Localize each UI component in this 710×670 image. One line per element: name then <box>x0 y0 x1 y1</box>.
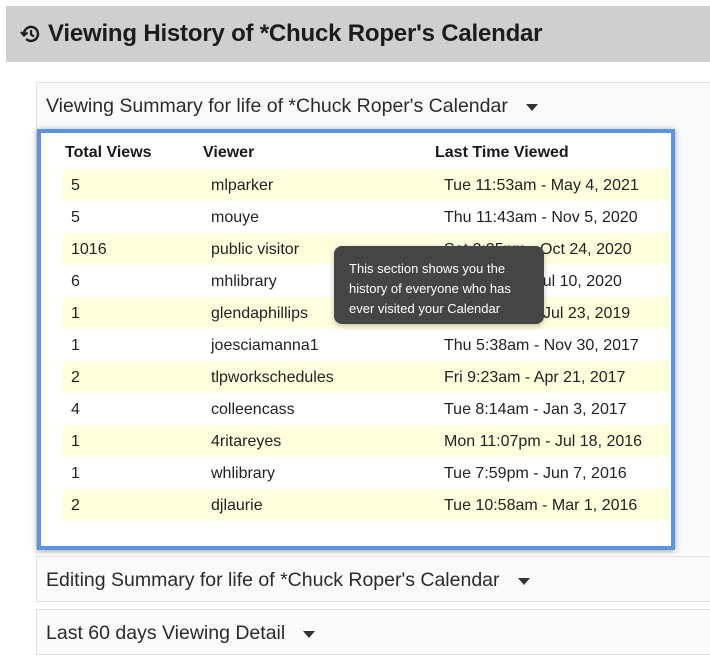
editing-summary-label: Editing Summary for life of *Chuck Roper… <box>46 568 500 591</box>
row-total-views: 1016 <box>71 241 107 258</box>
row-viewer: glendaphillips <box>211 305 308 322</box>
row-viewer: 4ritareyes <box>211 433 282 450</box>
row-viewer: colleencass <box>211 401 295 418</box>
viewing-summary-label: Viewing Summary for life of *Chuck Roper… <box>46 94 508 117</box>
row-viewer: public visitor <box>211 241 300 258</box>
row-last-viewed: Tue 11:53am - May 4, 2021 <box>444 177 639 194</box>
row-viewer: joesciamanna1 <box>211 337 319 354</box>
viewing-summary-toggle[interactable]: Viewing Summary for life of *Chuck Roper… <box>37 83 710 129</box>
caret-down-icon[interactable] <box>525 103 538 111</box>
row-total-views: 1 <box>71 465 80 482</box>
table-row: 7kml1000Mon 4:50pm - Jul 13, 2015 <box>63 521 671 526</box>
row-total-views: 4 <box>71 401 80 418</box>
row-total-views: 1 <box>71 433 80 450</box>
row-viewer: mlparker <box>211 177 274 194</box>
caret-down-icon[interactable] <box>517 577 530 585</box>
table-header: Total Views Viewer Last Time Viewed <box>41 133 671 169</box>
last-60-days-section: Last 60 days Viewing Detail <box>36 609 710 655</box>
table-row: 5 mlparker Tue 11:53am - May 4, 2021 <box>63 169 671 201</box>
table-row: 4 colleencass Tue 8:14am - Jan 3, 2017 <box>63 393 671 425</box>
table-row: 2 djlaurie Tue 10:58am - Mar 1, 2016 <box>63 489 671 521</box>
row-last-viewed: Tue 10:58am - Mar 1, 2016 <box>444 497 638 514</box>
history-icon <box>20 23 42 45</box>
row-viewer: whlibrary <box>211 465 276 482</box>
help-tooltip: This section shows you the history of ev… <box>334 246 544 324</box>
table-row: 2 tlpworkschedules Fri 9:23am - Apr 21, 20… <box>63 361 671 393</box>
column-last-viewed[interactable]: Last Time Viewed <box>435 144 569 162</box>
row-total-views: 1 <box>71 305 80 322</box>
last-60-days-toggle[interactable]: Last 60 days Viewing Detail <box>37 610 710 656</box>
table-body[interactable]: 5 mlparker Tue 11:53am - May 4, 2021 5 mouye… <box>63 169 671 526</box>
row-total-views: 1 <box>71 337 80 354</box>
table-row: 5 mouye Thu 11:43am - Nov 5, 2020 <box>63 201 671 233</box>
editing-summary-section: Editing Summary for life of *Chuck Roper… <box>36 556 710 602</box>
table-row: 1 whlibrary Tue 7:59pm - Jun 7, 2016 <box>63 457 671 489</box>
row-viewer: tlpworkschedules <box>211 369 334 386</box>
row-viewer: mouye <box>211 209 260 226</box>
column-viewer[interactable]: Viewer <box>203 144 254 162</box>
tooltip-text: This section shows you the history of ev… <box>349 261 511 316</box>
row-last-viewed: Tue 7:59pm - Jun 7, 2016 <box>444 465 627 482</box>
row-viewer: djlaurie <box>211 497 263 514</box>
table-row: 1 4ritareyes Mon 11:07pm - Jul 18, 2016 <box>63 425 671 457</box>
row-last-viewed: Thu 5:38am - Nov 30, 2017 <box>444 337 639 354</box>
row-last-viewed: Fri 9:23am - Apr 21, 2017 <box>444 369 626 386</box>
column-total-views[interactable]: Total Views <box>65 144 152 162</box>
row-last-viewed: Tue 8:14am - Jan 3, 2017 <box>444 401 627 418</box>
row-total-views: 5 <box>71 177 80 194</box>
page-title: Viewing History of *Chuck Roper's Calend… <box>48 20 543 47</box>
row-total-views: 5 <box>71 209 80 226</box>
row-total-views: 2 <box>71 369 80 386</box>
row-total-views: 2 <box>71 497 80 514</box>
row-total-views: 6 <box>71 273 80 290</box>
viewing-summary-table: Total Views Viewer Last Time Viewed 5 mlp… <box>37 129 675 550</box>
editing-summary-toggle[interactable]: Editing Summary for life of *Chuck Roper… <box>37 557 710 603</box>
page-header: Viewing History of *Chuck Roper's Calend… <box>6 6 710 62</box>
row-viewer: mhlibrary <box>211 273 277 290</box>
caret-down-icon[interactable] <box>303 630 316 638</box>
row-last-viewed: Thu 11:43am - Nov 5, 2020 <box>444 209 638 226</box>
last-60-days-label: Last 60 days Viewing Detail <box>46 621 286 644</box>
row-last-viewed: Mon 11:07pm - Jul 18, 2016 <box>444 433 643 450</box>
table-row: 1 joesciamanna1 Thu 5:38am - Nov 30, 2017 <box>63 329 671 361</box>
